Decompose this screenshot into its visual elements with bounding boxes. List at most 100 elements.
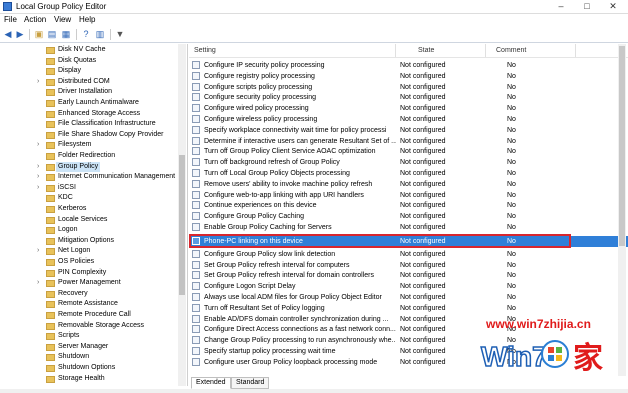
tree-item[interactable]: Kerberos: [0, 204, 180, 214]
policy-row[interactable]: Configure wireless policy processing Not …: [189, 114, 628, 125]
tree-item[interactable]: › Filesystem: [0, 140, 180, 150]
tree-item[interactable]: Logon: [0, 225, 180, 235]
policy-state: Not configured: [400, 294, 446, 301]
category-tree: Disk NV Cache Disk Quotas Display › Distr…: [0, 44, 188, 386]
tree-item-group-policy[interactable]: › Group Policy: [0, 161, 180, 172]
minimize-button[interactable]: –: [548, 0, 574, 12]
tree-item[interactable]: Remote Procedure Call: [0, 310, 180, 320]
policy-row[interactable]: Turn off Group Policy Client Service AOA…: [189, 146, 628, 157]
expand-arrow-icon[interactable]: ›: [37, 77, 39, 87]
filter-icon[interactable]: ▼: [115, 29, 125, 39]
policy-setting-icon: [192, 303, 200, 312]
policy-row[interactable]: Continue experiences on this device Not c…: [189, 200, 628, 211]
policy-row[interactable]: Always use local ADM files for Group Pol…: [189, 292, 628, 303]
policy-row[interactable]: Set Group Policy refresh interval for co…: [189, 260, 628, 271]
tree-item[interactable]: Early Launch Antimalware: [0, 98, 180, 108]
tree-item[interactable]: File Share Shadow Copy Provider: [0, 130, 180, 140]
tree-item-label: Server Manager: [58, 342, 109, 350]
expand-arrow-icon[interactable]: ›: [37, 172, 39, 182]
tree-item[interactable]: Removable Storage Access: [0, 321, 180, 331]
tree-item[interactable]: › Net Logon: [0, 246, 180, 256]
folder-icon: [46, 131, 55, 139]
policy-comment: No: [507, 94, 516, 102]
expand-arrow-icon[interactable]: ›: [37, 162, 39, 172]
tree-item[interactable]: Driver Installation: [0, 87, 180, 97]
tree-item[interactable]: Remote Assistance: [0, 299, 180, 309]
tree-item[interactable]: File Classification Infrastructure: [0, 119, 180, 129]
folder-icon: [46, 259, 55, 266]
folder-up-icon[interactable]: ▣: [34, 29, 44, 39]
policy-row[interactable]: Remove users' ability to invoke machine …: [189, 179, 628, 190]
column-header-state[interactable]: State: [396, 44, 486, 57]
policy-row[interactable]: Turn off Resultant Set of Policy logging…: [189, 303, 628, 314]
expand-arrow-icon[interactable]: ›: [37, 183, 39, 193]
tree-item[interactable]: Mitigation Options: [0, 236, 180, 246]
policy-row[interactable]: Configure Logon Script Delay Not configur…: [189, 281, 628, 292]
policy-row[interactable]: Determine if interactive users can gener…: [189, 136, 628, 147]
show-hide-tree-icon[interactable]: ▤: [47, 29, 57, 39]
expand-arrow-icon[interactable]: ›: [37, 140, 39, 150]
menu-file[interactable]: File: [4, 15, 17, 25]
tree-item[interactable]: › Power Management: [0, 278, 180, 288]
policy-row[interactable]: Configure IP security policy processing N…: [189, 60, 628, 71]
forward-arrow-icon[interactable]: ▶: [15, 29, 25, 39]
policy-setting-name: Set Group Policy refresh interval for co…: [204, 261, 350, 269]
policy-row[interactable]: Configure wired policy processing Not con…: [189, 103, 628, 114]
back-arrow-icon[interactable]: ◀: [3, 29, 13, 39]
policy-row[interactable]: Enable Group Policy Caching for Servers N…: [189, 222, 628, 233]
tree-item[interactable]: › iSCSI: [0, 183, 180, 193]
tree-item[interactable]: PIN Complexity: [0, 268, 180, 278]
policy-setting-name: Enable Group Policy Caching for Servers: [204, 224, 332, 231]
policy-row[interactable]: Turn off Local Group Policy Objects proc…: [189, 168, 628, 179]
menu-view[interactable]: View: [54, 15, 71, 25]
policy-setting-icon: [192, 325, 200, 334]
tree-item[interactable]: Disk Quotas: [0, 56, 180, 66]
tree-item[interactable]: Server Manager: [0, 342, 180, 352]
policy-comment: No: [507, 272, 516, 280]
tree-item[interactable]: Shutdown Options: [0, 363, 180, 373]
tree-item[interactable]: Enhanced Storage Access: [0, 109, 180, 119]
menu-help[interactable]: Help: [79, 15, 95, 25]
policy-row[interactable]: Configure registry policy processing Not …: [189, 71, 628, 82]
tree-item[interactable]: Display: [0, 66, 180, 76]
tree-item[interactable]: OS Policies: [0, 257, 180, 267]
tree-item[interactable]: › Internet Communication Management: [0, 172, 180, 182]
tree-scrollbar-thumb[interactable]: [179, 155, 185, 295]
tab-extended[interactable]: Extended: [191, 377, 231, 389]
tree-item-label: Folder Redirection: [58, 152, 116, 159]
policy-setting-name: Configure wireless policy processing: [204, 116, 318, 123]
column-header-setting[interactable]: Setting: [189, 44, 396, 57]
policy-row-phone-pc-linking[interactable]: Phone-PC linking on this device Not confi…: [189, 234, 628, 248]
expand-arrow-icon[interactable]: ›: [37, 278, 39, 288]
list-scrollbar-thumb[interactable]: [619, 46, 625, 246]
tree-item[interactable]: Locale Services: [0, 215, 180, 225]
properties-icon[interactable]: ▥: [95, 29, 105, 39]
policy-row[interactable]: Configure Group Policy Caching Not config…: [189, 211, 628, 222]
policy-row[interactable]: Specify workplace connectivity wait time…: [189, 125, 628, 136]
folder-icon: [46, 312, 55, 319]
tree-item[interactable]: KDC: [0, 193, 180, 203]
policy-row[interactable]: Configure security policy processing Not …: [189, 92, 628, 103]
tab-standard[interactable]: Standard: [231, 377, 270, 389]
expand-arrow-icon[interactable]: ›: [37, 246, 39, 256]
policy-row[interactable]: Turn off background refresh of Group Pol…: [189, 157, 628, 168]
policy-row[interactable]: Set Group Policy refresh interval for do…: [189, 270, 628, 281]
policy-row[interactable]: Configure scripts policy processing Not c…: [189, 82, 628, 93]
close-button[interactable]: ✕: [600, 0, 626, 12]
policy-setting-icon: [192, 201, 200, 210]
policy-row[interactable]: Configure Group Policy slow link detecti…: [189, 249, 628, 260]
policy-row[interactable]: Configure web-to-app linking with app UR…: [189, 190, 628, 201]
tree-item[interactable]: Recovery: [0, 289, 180, 299]
export-list-icon[interactable]: ▦: [61, 29, 71, 39]
tree-item[interactable]: › Distributed COM: [0, 77, 180, 87]
policy-setting-name: Change Group Policy processing to run as…: [204, 337, 396, 345]
tree-item[interactable]: Scripts: [0, 331, 180, 341]
tree-item[interactable]: Shutdown: [0, 352, 180, 362]
tree-item[interactable]: Storage Health: [0, 374, 180, 384]
maximize-button[interactable]: □: [574, 0, 600, 12]
menu-action[interactable]: Action: [24, 15, 46, 25]
column-header-comment[interactable]: Comment: [486, 44, 576, 57]
tree-item[interactable]: Disk NV Cache: [0, 45, 180, 55]
help-icon[interactable]: ?: [81, 29, 91, 39]
tree-item[interactable]: Folder Redirection: [0, 151, 180, 161]
